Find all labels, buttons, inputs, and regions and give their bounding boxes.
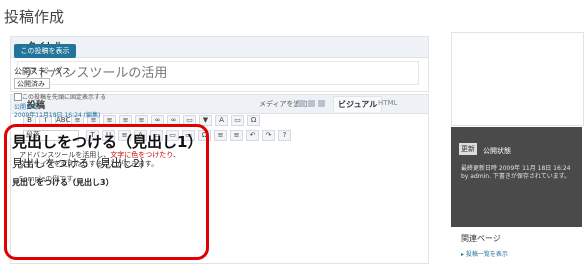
related-pages-panel: 関連ページ ▸ 投稿一覧を表示 <box>451 231 582 262</box>
related-title: 関連ページ <box>461 234 501 243</box>
sticky-label: この投稿を先頭に固定表示する <box>22 94 107 101</box>
tab-visual[interactable]: ビジュアル <box>333 96 383 112</box>
text-color-button[interactable]: A <box>215 115 228 126</box>
publish-time: 公開日時 2009年11月18日 16:24 (編集) <box>14 104 100 120</box>
tab-html[interactable]: HTML <box>378 99 397 107</box>
publish-state-label: 公開状態 <box>483 147 511 155</box>
related-link[interactable]: ▸ 投稿一覧を表示 <box>461 249 508 258</box>
publish-time-label: 公開日時 <box>14 104 39 111</box>
publish-panel: 更新 公開状態 最終更新日時 2009年 11月 18日 16:24 by ad… <box>451 127 582 227</box>
help-button[interactable]: ? <box>278 130 291 141</box>
heading-3-sample: 見出しをつける（見出し3） <box>12 178 114 187</box>
heading-1-sample: 見出しをつける（見出し1） <box>12 133 203 151</box>
page-title: 投稿作成 <box>4 8 65 26</box>
special-char-button[interactable]: Ω <box>247 115 260 126</box>
fullscreen-button[interactable]: ▭ <box>231 115 244 126</box>
add-video-icon[interactable] <box>308 100 315 107</box>
preview-post-button[interactable]: この投稿を表示 <box>14 44 76 58</box>
publish-time-value[interactable]: 2009年11月18日 16:24 (編集) <box>14 112 100 119</box>
undo-button[interactable]: ↶ <box>246 130 259 141</box>
post-title-input[interactable]: アドバンスツールの活用 <box>17 61 419 85</box>
publish-info-text: 最終更新日時 2009年 11月 18日 16:24 by admin. 下書き… <box>461 165 571 180</box>
redo-button[interactable]: ↷ <box>262 130 275 141</box>
add-image-icon[interactable] <box>298 100 305 107</box>
add-media-icon[interactable] <box>318 100 325 107</box>
indent-button[interactable]: ≡ <box>230 130 243 141</box>
status-panel <box>451 32 584 126</box>
status-title: 公開ステータス <box>14 67 70 76</box>
sticky-checkbox[interactable] <box>14 93 22 101</box>
outdent-button[interactable]: ≡ <box>214 130 227 141</box>
update-button[interactable]: 更新 <box>459 143 477 155</box>
status-select[interactable]: 公開済み <box>14 78 50 89</box>
heading-2-sample: 見出しをつける（見出し2） <box>12 157 151 170</box>
